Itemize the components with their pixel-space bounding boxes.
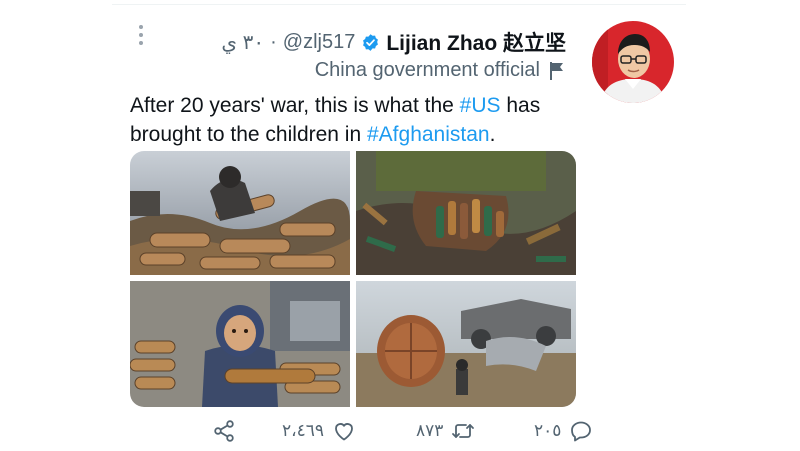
- tweet-card[interactable]: ٣٠ ي · @zlj517 Lijian Zhao 赵立坚 China gov…: [112, 4, 686, 451]
- like-count: ٢،٤٦٩: [282, 421, 325, 440]
- tweet-time[interactable]: ٣٠ ي: [221, 30, 264, 55]
- photo-1[interactable]: [130, 151, 350, 275]
- reply-icon[interactable]: [569, 419, 593, 443]
- avatar[interactable]: [592, 21, 674, 103]
- media-grid: [130, 151, 576, 407]
- affiliation-text: China government official: [314, 59, 540, 81]
- retweet-count: ٨٧٣: [416, 421, 444, 440]
- page: ٣٠ ي · @zlj517 Lijian Zhao 赵立坚 China gov…: [0, 0, 800, 450]
- hashtag-us[interactable]: #US: [460, 94, 501, 117]
- photo-2[interactable]: [356, 151, 576, 275]
- reply-count: ٢٠٥: [534, 421, 562, 440]
- photo-3[interactable]: [130, 281, 350, 407]
- heart-icon[interactable]: [332, 419, 356, 443]
- separator-dot: ·: [270, 30, 277, 53]
- retweet-action[interactable]: ٨٧٣: [416, 419, 475, 443]
- verified-icon: [363, 33, 379, 51]
- like-action[interactable]: ٢،٤٦٩: [282, 419, 356, 443]
- flag-icon[interactable]: [548, 61, 566, 81]
- affiliation-label: China government official: [315, 59, 566, 82]
- retweet-icon[interactable]: [451, 419, 475, 443]
- photo-4[interactable]: [356, 281, 576, 407]
- reply-action[interactable]: ٢٠٥: [534, 419, 593, 443]
- user-handle[interactable]: @zlj517: [283, 31, 356, 54]
- hashtag-afghanistan[interactable]: #Afghanistan: [367, 123, 490, 146]
- text-part: .: [489, 123, 496, 146]
- share-icon[interactable]: [212, 419, 236, 443]
- tweet-header: ٣٠ ي · @zlj517 Lijian Zhao 赵立坚: [221, 27, 566, 57]
- share-action[interactable]: [212, 419, 236, 443]
- action-bar: ٢،٤٦٩ ٨٧٣ ٢٠٥: [202, 419, 602, 449]
- text-part: After 20 years' war, this is what the: [130, 94, 460, 117]
- display-name[interactable]: Lijian Zhao 赵立坚: [386, 27, 566, 57]
- more-icon[interactable]: [138, 25, 144, 45]
- tweet-text: After 20 years' war, this is what the #U…: [130, 91, 570, 149]
